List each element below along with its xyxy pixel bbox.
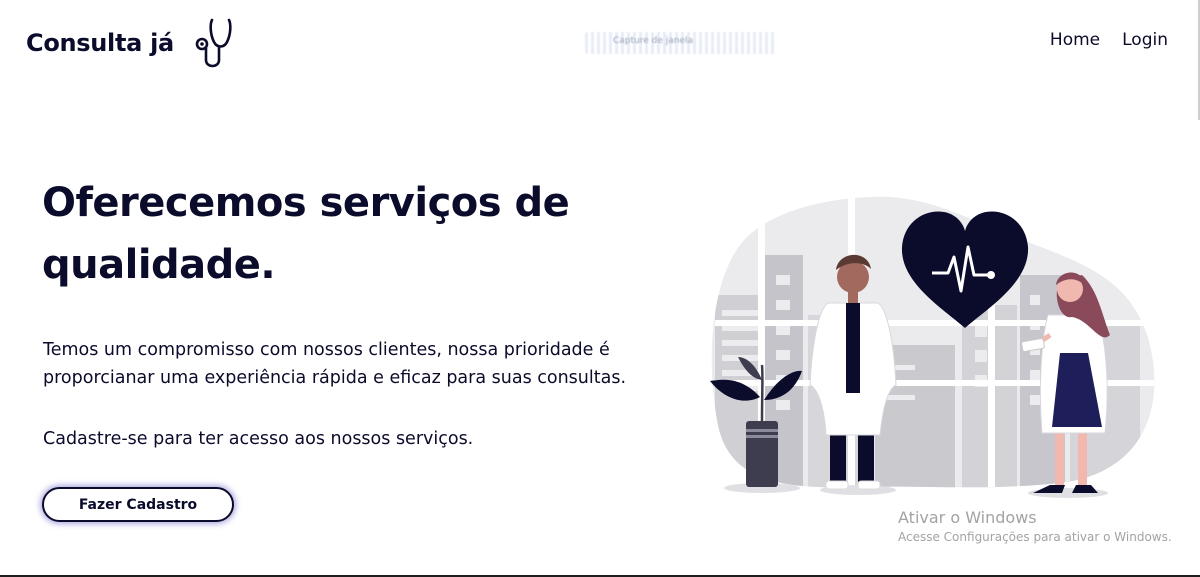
brand[interactable]: Consulta já: [26, 14, 236, 72]
hero-cta-text: Cadastre-se para ter acesso aos nossos s…: [43, 429, 474, 449]
capture-hint-text: Capture de janela: [613, 36, 694, 46]
doctors-heart-illustration: [710, 196, 1155, 498]
hero-description: Temos um compromisso com nossos clientes…: [43, 340, 627, 388]
watermark-subtitle: Acesse Configurações para ativar o Windo…: [898, 530, 1172, 544]
main-nav: Home Login: [1050, 30, 1168, 50]
top-navbar: Consulta já Capture de janela Home Login: [0, 0, 1200, 84]
signup-button[interactable]: Fazer Cadastro: [42, 487, 234, 522]
windows-activation-watermark: Ativar o Windows Acesse Configurações pa…: [898, 508, 1172, 546]
brand-name: Consulta já: [26, 29, 174, 57]
nav-home-link[interactable]: Home: [1050, 30, 1100, 50]
watermark-title: Ativar o Windows: [898, 508, 1037, 527]
capture-hint-overlay: Capture de janela: [585, 32, 777, 54]
nav-login-link[interactable]: Login: [1122, 30, 1168, 50]
stethoscope-icon: [195, 18, 232, 68]
hero-title: Oferecemos serviços de qualidade.: [42, 180, 570, 288]
